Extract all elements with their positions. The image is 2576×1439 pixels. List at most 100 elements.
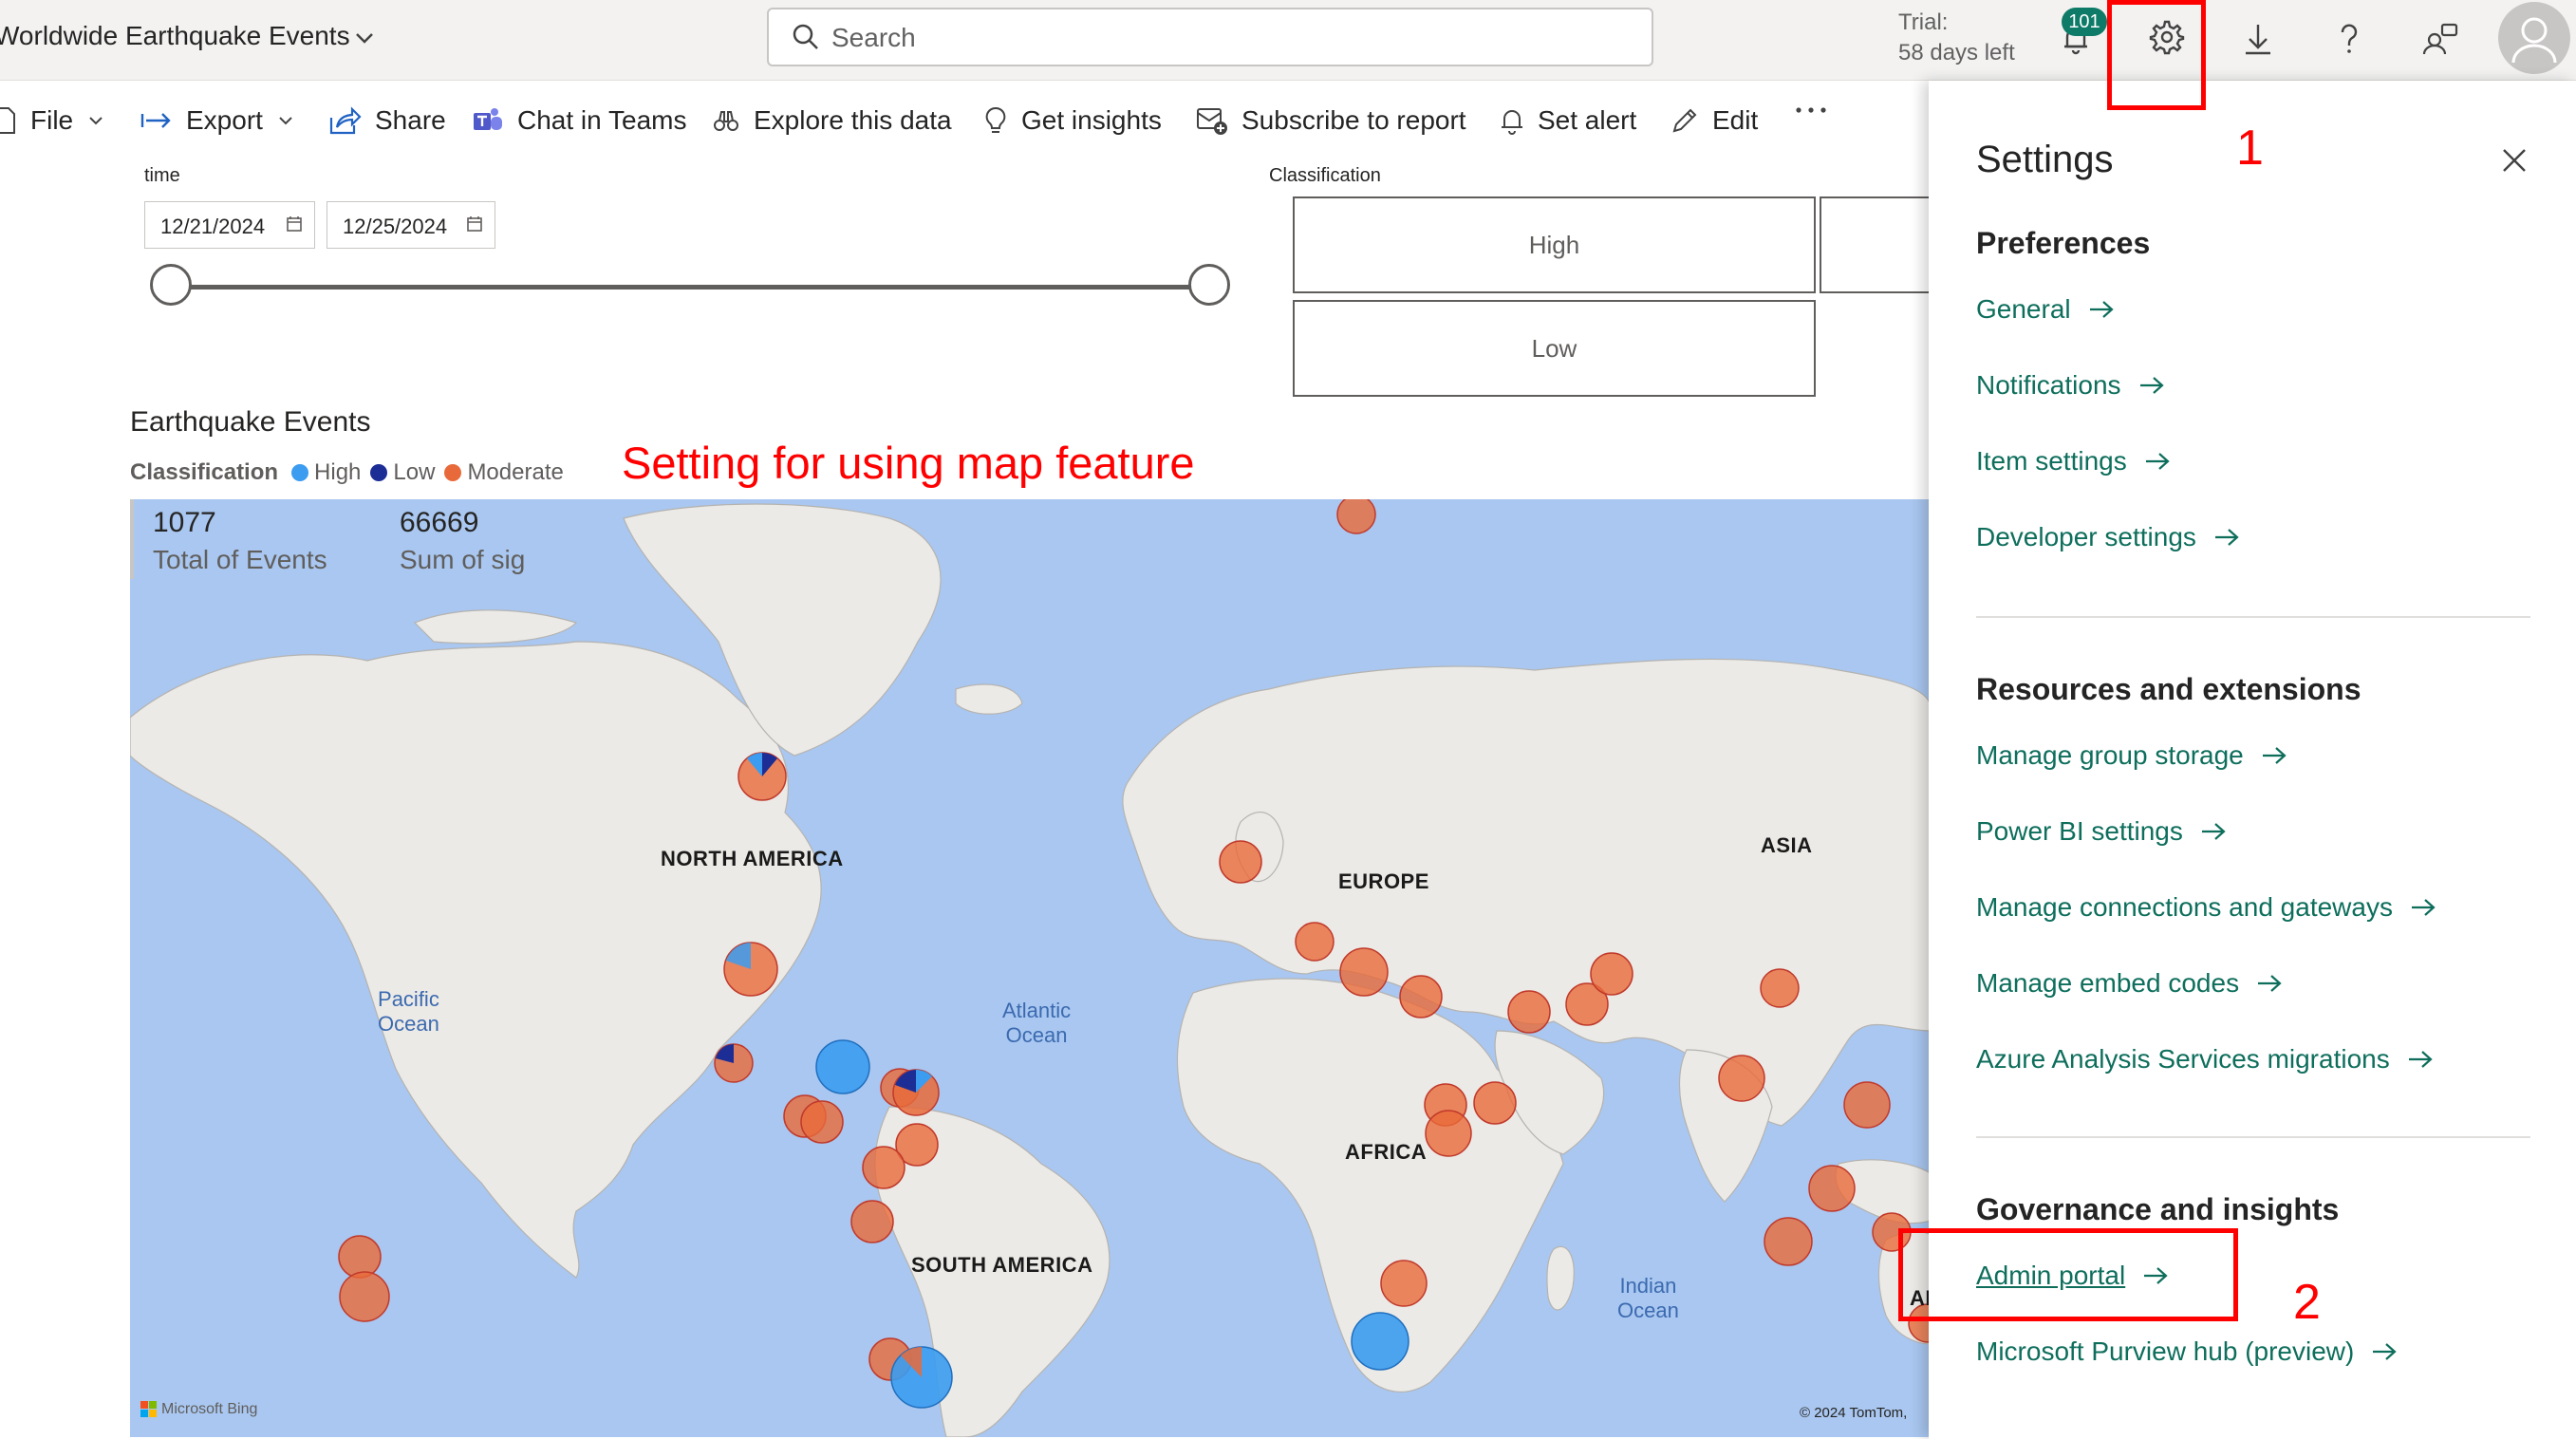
get-insights-label: Get insights	[1021, 105, 1162, 135]
set-alert-button[interactable]: Set alert	[1500, 105, 1636, 136]
bubble-moderate[interactable]	[1399, 975, 1443, 1019]
search-icon	[792, 23, 820, 56]
subscribe-button[interactable]: Subscribe to report	[1196, 105, 1466, 136]
bubble-moderate[interactable]	[1473, 1081, 1517, 1125]
date-range-slider-track[interactable]	[171, 285, 1209, 290]
bubble-moderate[interactable]	[850, 1200, 894, 1243]
bubble-high[interactable]	[815, 1039, 870, 1094]
bubble-moderate[interactable]	[1808, 1165, 1856, 1212]
report-toolbar: File Export Share Chat in Teams Explore …	[0, 81, 1927, 160]
bubble-moderate[interactable]	[1219, 840, 1262, 884]
label-indian-line2: Ocean	[1617, 1299, 1679, 1322]
calendar-icon[interactable]	[286, 215, 303, 233]
chevron-down-icon	[279, 117, 292, 125]
bell-icon	[1502, 110, 1522, 135]
legend-label-low: Low	[393, 459, 436, 485]
label-pacific-line1: Pacific	[378, 987, 439, 1011]
feedback-people-icon[interactable]	[2418, 17, 2462, 61]
chevron-down-icon[interactable]	[353, 19, 376, 62]
bubble-moderate[interactable]	[1336, 499, 1376, 534]
share-label: Share	[375, 105, 446, 135]
slicer-option-low-label: Low	[1531, 333, 1577, 363]
share-button[interactable]: Share	[329, 105, 446, 136]
binoculars-icon	[714, 111, 738, 131]
bubble-moderate[interactable]	[800, 1100, 844, 1144]
link-manage-embed-codes-label: Manage embed codes	[1976, 968, 2240, 998]
end-date-input[interactable]: 12/25/2024	[327, 201, 495, 249]
legend-item-high[interactable]: High	[291, 459, 361, 486]
link-manage-group-storage[interactable]: Manage group storage	[1976, 740, 2287, 771]
link-azure-analysis-migrations-label: Azure Analysis Services migrations	[1976, 1044, 2390, 1074]
link-manage-embed-codes[interactable]: Manage embed codes	[1976, 968, 2283, 999]
edit-button[interactable]: Edit	[1671, 105, 1758, 136]
close-icon[interactable]	[2498, 144, 2530, 181]
link-azure-analysis-migrations[interactable]: Azure Analysis Services migrations	[1976, 1044, 2434, 1075]
link-manage-connections-gateways[interactable]: Manage connections and gateways	[1976, 892, 2436, 923]
user-avatar[interactable]	[2498, 2, 2570, 74]
file-icon	[0, 107, 15, 134]
slider-start-handle[interactable]	[150, 264, 192, 306]
explore-data-button[interactable]: Explore this data	[712, 105, 952, 136]
annotation-map-note: Setting for using map feature	[622, 438, 1195, 488]
link-purview-hub-label: Microsoft Purview hub (preview)	[1976, 1336, 2355, 1366]
search-input[interactable]: Search	[767, 8, 1653, 66]
help-icon[interactable]	[2327, 17, 2371, 61]
link-general[interactable]: General	[1976, 294, 2115, 325]
bubble-moderate[interactable]	[1507, 990, 1551, 1034]
chat-in-teams-button[interactable]: Chat in Teams	[472, 105, 686, 136]
label-asia: ASIA	[1761, 833, 1813, 857]
label-africa: AFRICA	[1345, 1140, 1428, 1164]
link-general-label: General	[1976, 294, 2071, 324]
link-manage-connections-gateways-label: Manage connections and gateways	[1976, 892, 2393, 922]
legend-item-low[interactable]: Low	[370, 459, 435, 486]
arrow-right-icon	[2089, 301, 2114, 318]
bubble-moderate[interactable]	[1339, 947, 1389, 997]
bubble-moderate[interactable]	[1760, 968, 1800, 1008]
bubble-moderate[interactable]	[1843, 1081, 1891, 1129]
start-date-input[interactable]: 12/21/2024	[144, 201, 315, 249]
annotation-step-1: 1	[2236, 121, 2264, 176]
label-atlantic-line1: Atlantic	[1002, 999, 1072, 1022]
label-south-america: SOUTH AMERICA	[911, 1253, 1093, 1277]
arrow-right-icon	[2411, 899, 2436, 916]
slicer-option-high[interactable]: High	[1293, 196, 1816, 293]
section-governance-heading: Governance and insights	[1976, 1192, 2340, 1226]
bubble-moderate[interactable]	[1295, 922, 1335, 962]
file-menu-button[interactable]: File	[0, 105, 105, 136]
get-insights-button[interactable]: Get insights	[983, 105, 1162, 136]
calendar-icon[interactable]	[466, 215, 483, 233]
map-visual-title: Earthquake Events	[130, 406, 371, 438]
bubble-moderate[interactable]	[1718, 1055, 1765, 1102]
bubble-moderate[interactable]	[338, 1235, 382, 1279]
file-menu-label: File	[30, 105, 74, 135]
trial-days-left: 58 days left	[1898, 40, 2015, 65]
bubble-high[interactable]	[1351, 1312, 1409, 1371]
time-slicer-label: time	[144, 165, 180, 186]
link-developer-settings[interactable]: Developer settings	[1976, 522, 2240, 552]
bubble-moderate[interactable]	[1590, 952, 1633, 996]
tomtom-attribution: © 2024 TomTom,	[1800, 1405, 1908, 1421]
link-power-bi-settings[interactable]: Power BI settings	[1976, 816, 2227, 847]
export-menu-button[interactable]: Export	[140, 105, 295, 136]
bing-attribution[interactable]: Microsoft Bing	[140, 1401, 257, 1418]
download-icon[interactable]	[2236, 17, 2280, 61]
report-title[interactable]: Worldwide Earthquake Events	[0, 21, 350, 51]
legend-item-moderate[interactable]: Moderate	[444, 459, 564, 486]
slicer-option-low[interactable]: Low	[1293, 300, 1816, 397]
link-notifications[interactable]: Notifications	[1976, 370, 2165, 401]
link-purview-hub[interactable]: Microsoft Purview hub (preview)	[1976, 1336, 2398, 1367]
legend-dot-low	[370, 464, 388, 481]
kpi-total-events-value: 1077	[153, 507, 216, 538]
slicer-option-moderate[interactable]	[1820, 196, 1933, 293]
bubble-moderate[interactable]	[1380, 1260, 1428, 1307]
notification-count-badge: 101	[2062, 8, 2107, 36]
bubble-moderate[interactable]	[339, 1271, 390, 1322]
link-item-settings[interactable]: Item settings	[1976, 446, 2171, 477]
slider-end-handle[interactable]	[1188, 264, 1230, 306]
bubble-moderate[interactable]	[862, 1146, 905, 1189]
more-options-button[interactable]	[1794, 105, 1841, 115]
bubble-moderate[interactable]	[1764, 1217, 1813, 1266]
legend-dot-high	[291, 464, 309, 481]
bubble-moderate[interactable]	[1425, 1110, 1472, 1157]
export-arrow-icon	[140, 113, 171, 128]
